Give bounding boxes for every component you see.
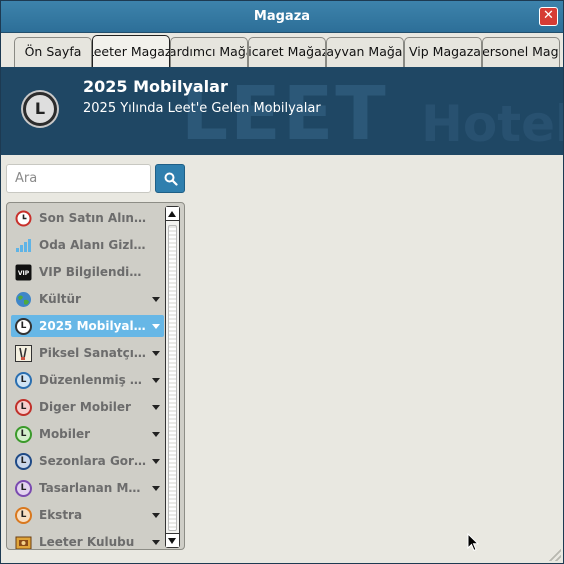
category-edited[interactable]: Düzenlenmiş Ka... xyxy=(11,369,164,391)
category-vip-info[interactable]: VIP VIP Bilgilendirme xyxy=(11,261,164,283)
tab-vip-shop[interactable]: Vip Magazasi xyxy=(404,37,482,67)
category-label: Kültür xyxy=(39,292,81,306)
chevron-down-icon[interactable] xyxy=(152,432,160,437)
scroll-down-button[interactable] xyxy=(166,533,179,547)
chevron-down-icon[interactable] xyxy=(152,540,160,545)
category-extra[interactable]: Ekstra xyxy=(11,504,164,526)
chevron-down-icon[interactable] xyxy=(152,486,160,491)
category-label: Diger Mobiler xyxy=(39,400,131,414)
tab-staff-shop[interactable]: Personel Magaza xyxy=(482,37,560,67)
window-title: Magaza xyxy=(253,9,311,24)
category-room-hider[interactable]: Oda Alanı Gizleyici xyxy=(11,234,164,256)
tab-leeter-shop[interactable]: Leeter Magazasi xyxy=(92,35,170,67)
chevron-down-icon[interactable] xyxy=(152,405,160,410)
category-seasons[interactable]: Sezonlara Gore ... xyxy=(11,450,164,472)
leet-clock-icon xyxy=(23,92,57,126)
chevron-down-icon[interactable] xyxy=(152,513,160,518)
category-label: Tasarlanan Mobi... xyxy=(39,481,147,495)
tab-trade-shop[interactable]: Ticaret Mağazası xyxy=(248,37,326,67)
shop-window: Magaza ✕ Ön Sayfa Leeter Magazasi Yardım… xyxy=(0,0,564,564)
leet-clock-blue-icon xyxy=(15,372,32,389)
tab-home[interactable]: Ön Sayfa xyxy=(14,37,92,67)
leet-clock-icon xyxy=(15,318,32,335)
chevron-down-icon[interactable] xyxy=(152,351,160,356)
category-label: Oda Alanı Gizleyici xyxy=(39,238,147,252)
category-label: 2025 Mobilyalar xyxy=(39,319,147,333)
category-2025-furniture[interactable]: 2025 Mobilyalar xyxy=(11,315,164,337)
category-pixel-artists[interactable]: Piksel Sanatçılar xyxy=(11,342,164,364)
scroll-up-button[interactable] xyxy=(166,207,179,221)
category-label: Mobiler xyxy=(39,427,91,441)
category-label: Piksel Sanatçılar xyxy=(39,346,147,360)
banner-subtitle: 2025 Yılında Leet'e Gelen Mobilyalar xyxy=(83,101,321,116)
leet-clock-red-icon xyxy=(15,399,32,416)
category-banner: LEET Hotel 2025 Mobilyalar 2025 Yılında … xyxy=(1,67,563,155)
category-label: Son Satın Alınan xyxy=(39,211,147,225)
vip-icon: VIP xyxy=(15,264,32,281)
chevron-down-icon[interactable] xyxy=(152,324,160,329)
category-label: VIP Bilgilendirme xyxy=(39,265,147,279)
recent-clock-icon xyxy=(15,210,32,227)
category-recent[interactable]: Son Satın Alınan xyxy=(11,207,164,229)
title-bar[interactable]: Magaza ✕ xyxy=(1,1,563,33)
search-icon xyxy=(164,172,178,186)
category-culture[interactable]: Kültür xyxy=(11,288,164,310)
search-input[interactable] xyxy=(6,164,151,193)
category-designed[interactable]: Tasarlanan Mobi... xyxy=(11,477,164,499)
search-button[interactable] xyxy=(155,164,185,193)
chevron-down-icon[interactable] xyxy=(152,459,160,464)
close-button[interactable]: ✕ xyxy=(539,7,558,26)
signal-bars-icon xyxy=(15,237,32,254)
leet-clock-navy-icon xyxy=(15,453,32,470)
scroll-thumb[interactable] xyxy=(168,225,177,531)
category-furni[interactable]: Mobiler xyxy=(11,423,164,445)
leet-clock-purple-icon xyxy=(15,480,32,497)
globe-icon xyxy=(15,291,32,308)
leet-clock-green-icon xyxy=(15,426,32,443)
banner-title: 2025 Mobilyalar xyxy=(83,77,228,96)
club-icon xyxy=(15,534,32,549)
paint-icon xyxy=(15,345,32,362)
category-label: Ekstra xyxy=(39,508,83,522)
category-scrollbar[interactable] xyxy=(165,206,180,548)
category-label: Düzenlenmiş Ka... xyxy=(39,373,147,387)
category-other-furni[interactable]: Diger Mobiler xyxy=(11,396,164,418)
category-leeter-club[interactable]: Leeter Kulubu xyxy=(11,531,164,549)
tab-helper-shop[interactable]: Yardımcı Mağaza xyxy=(170,37,248,67)
category-label: Leeter Kulubu xyxy=(39,535,135,549)
chevron-down-icon[interactable] xyxy=(152,378,160,383)
banner-watermark-secondary: Hotel xyxy=(421,95,563,153)
category-list: Son Satın Alınan Oda Alanı Gizleyici VIP… xyxy=(6,202,185,550)
mouse-cursor-icon xyxy=(467,533,479,552)
tab-bar: Ön Sayfa Leeter Magazasi Yardımcı Mağaza… xyxy=(1,33,563,67)
leet-clock-orange-icon xyxy=(15,507,32,524)
category-label: Sezonlara Gore ... xyxy=(39,454,147,468)
svg-text:VIP: VIP xyxy=(18,270,30,277)
tab-pet-shop[interactable]: Hayvan Mağazası xyxy=(326,37,404,67)
chevron-down-icon[interactable] xyxy=(152,297,160,302)
resize-grip[interactable] xyxy=(549,549,561,561)
